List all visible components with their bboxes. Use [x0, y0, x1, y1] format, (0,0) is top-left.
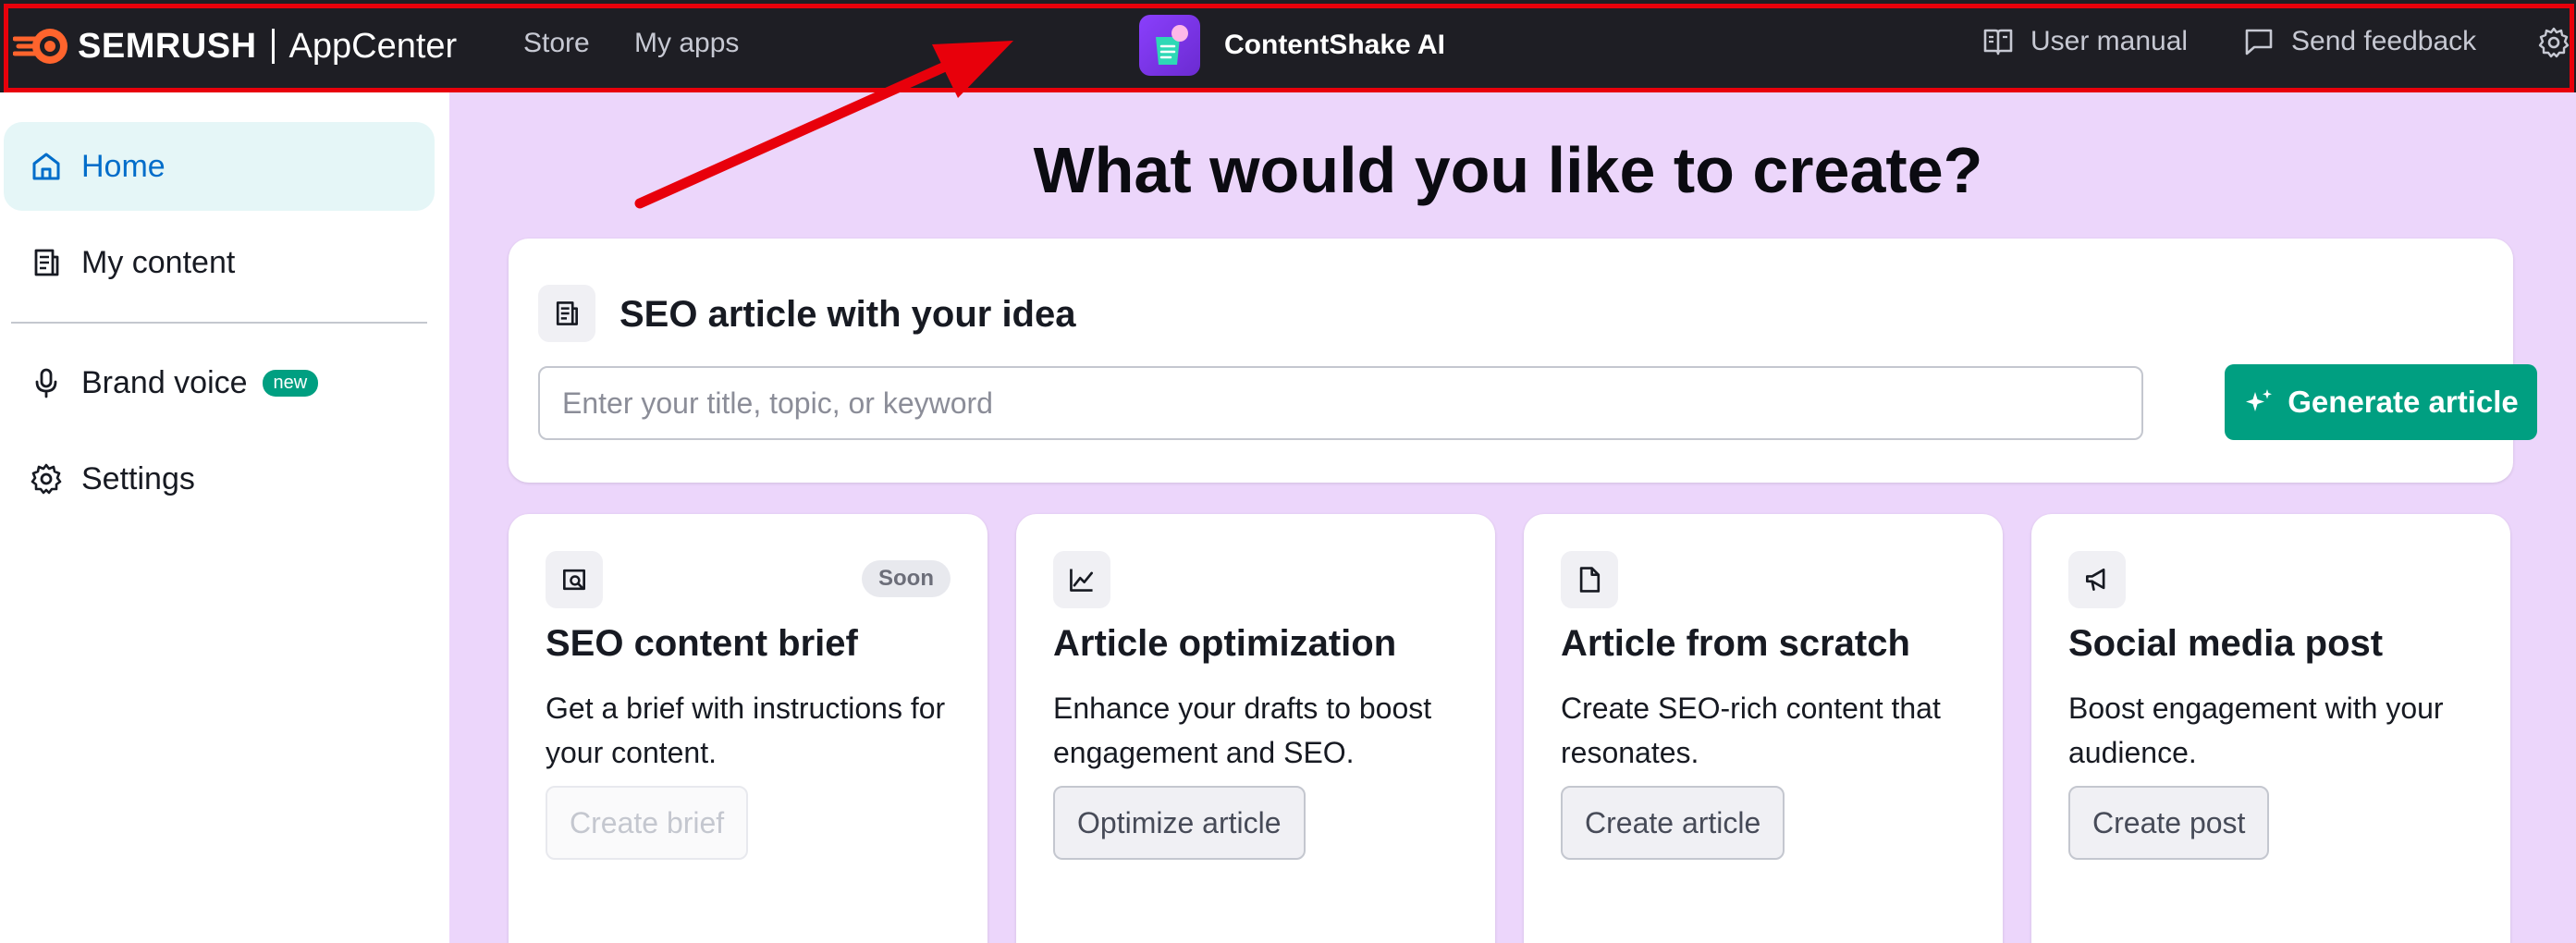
generate-article-label: Generate article	[2288, 385, 2519, 419]
sidebar-divider	[11, 322, 427, 324]
sidebar-item-my-content[interactable]: My content	[4, 218, 435, 307]
sidebar-item-label: Settings	[81, 460, 195, 496]
chart-icon	[1053, 551, 1110, 608]
create-brief-button[interactable]: Create brief	[546, 786, 749, 860]
microphone-icon	[35, 368, 57, 398]
top-bar: SEMRUSH AppCenter Store My apps ContentS…	[0, 0, 2576, 92]
tile-title: Article from scratch	[1561, 623, 1910, 664]
tile-article-optimization: Article optimization Enhance your drafts…	[1016, 514, 1495, 943]
sidebar-item-label: My content	[81, 244, 236, 280]
brand-name: SEMRUSH	[78, 26, 257, 66]
seo-card-title: SEO article with your idea	[619, 294, 1076, 335]
new-badge: new	[262, 369, 319, 397]
tile-description: Get a brief with instructions for your c…	[546, 692, 946, 769]
semrush-fire-icon	[13, 29, 67, 64]
contentshake-app-icon	[1139, 15, 1200, 76]
optimize-article-button[interactable]: Optimize article	[1053, 786, 1306, 860]
tile-title: Social media post	[2068, 623, 2384, 664]
product-name: AppCenter	[288, 26, 458, 66]
current-app: ContentShake AI	[1139, 15, 1445, 76]
nav-store[interactable]: Store	[523, 28, 590, 59]
sidebar-item-label: Home	[81, 148, 166, 184]
tile-title: SEO content brief	[546, 623, 858, 664]
semrush-logo[interactable]: SEMRUSH AppCenter	[13, 24, 457, 68]
sidebar-item-home[interactable]: Home	[4, 122, 435, 211]
user-manual-label: User manual	[2030, 26, 2189, 56]
tile-description: Boost engagement with your audience.	[2068, 692, 2444, 769]
app-settings-button[interactable]	[2537, 26, 2576, 59]
send-feedback-label: Send feedback	[2291, 26, 2477, 56]
main-content: What would you like to create? SEO artic…	[449, 92, 2576, 943]
soon-badge: Soon	[862, 560, 951, 597]
generate-article-button[interactable]: Generate article	[2225, 364, 2537, 440]
feedback-icon	[2245, 29, 2273, 55]
logo-separator	[271, 29, 275, 64]
page-title: What would you like to create?	[1033, 134, 1983, 206]
sidebar: Home My content Brand voice new Settings	[0, 92, 449, 943]
megaphone-icon	[2068, 551, 2126, 608]
user-manual-link[interactable]: User manual	[1982, 26, 2188, 57]
document-icon	[538, 285, 595, 342]
search-document-icon	[546, 551, 603, 608]
create-post-button[interactable]: Create post	[2068, 786, 2270, 860]
tile-description: Enhance your drafts to boost engagement …	[1053, 692, 1432, 769]
tile-description: Create SEO-rich content that resonates.	[1561, 692, 1941, 769]
home-icon	[32, 153, 60, 180]
book-icon	[1983, 29, 2013, 55]
nav-my-apps[interactable]: My apps	[634, 28, 739, 59]
seo-article-card: SEO article with your idea Generate arti…	[509, 239, 2537, 483]
gear-icon	[2538, 27, 2570, 58]
topic-input[interactable]	[538, 366, 2143, 440]
app-name: ContentShake AI	[1224, 30, 1445, 60]
document-icon	[34, 249, 59, 276]
sidebar-item-label: Brand voice	[81, 364, 248, 400]
sidebar-item-brand-voice[interactable]: Brand voice new	[4, 338, 435, 427]
gear-icon	[31, 463, 62, 495]
tile-title: Article optimization	[1053, 623, 1397, 664]
send-feedback-link[interactable]: Send feedback	[2243, 26, 2476, 57]
create-article-button[interactable]: Create article	[1561, 786, 1785, 860]
page-icon	[1561, 551, 1618, 608]
tile-seo-content-brief: Soon SEO content brief Get a brief with …	[509, 514, 987, 943]
sparkle-icon	[2246, 389, 2273, 411]
tile-article-from-scratch: Article from scratch Create SEO-rich con…	[1524, 514, 2003, 943]
tile-social-media-post: Social media post Boost engagement with …	[2031, 514, 2510, 943]
sidebar-item-settings[interactable]: Settings	[4, 435, 435, 523]
